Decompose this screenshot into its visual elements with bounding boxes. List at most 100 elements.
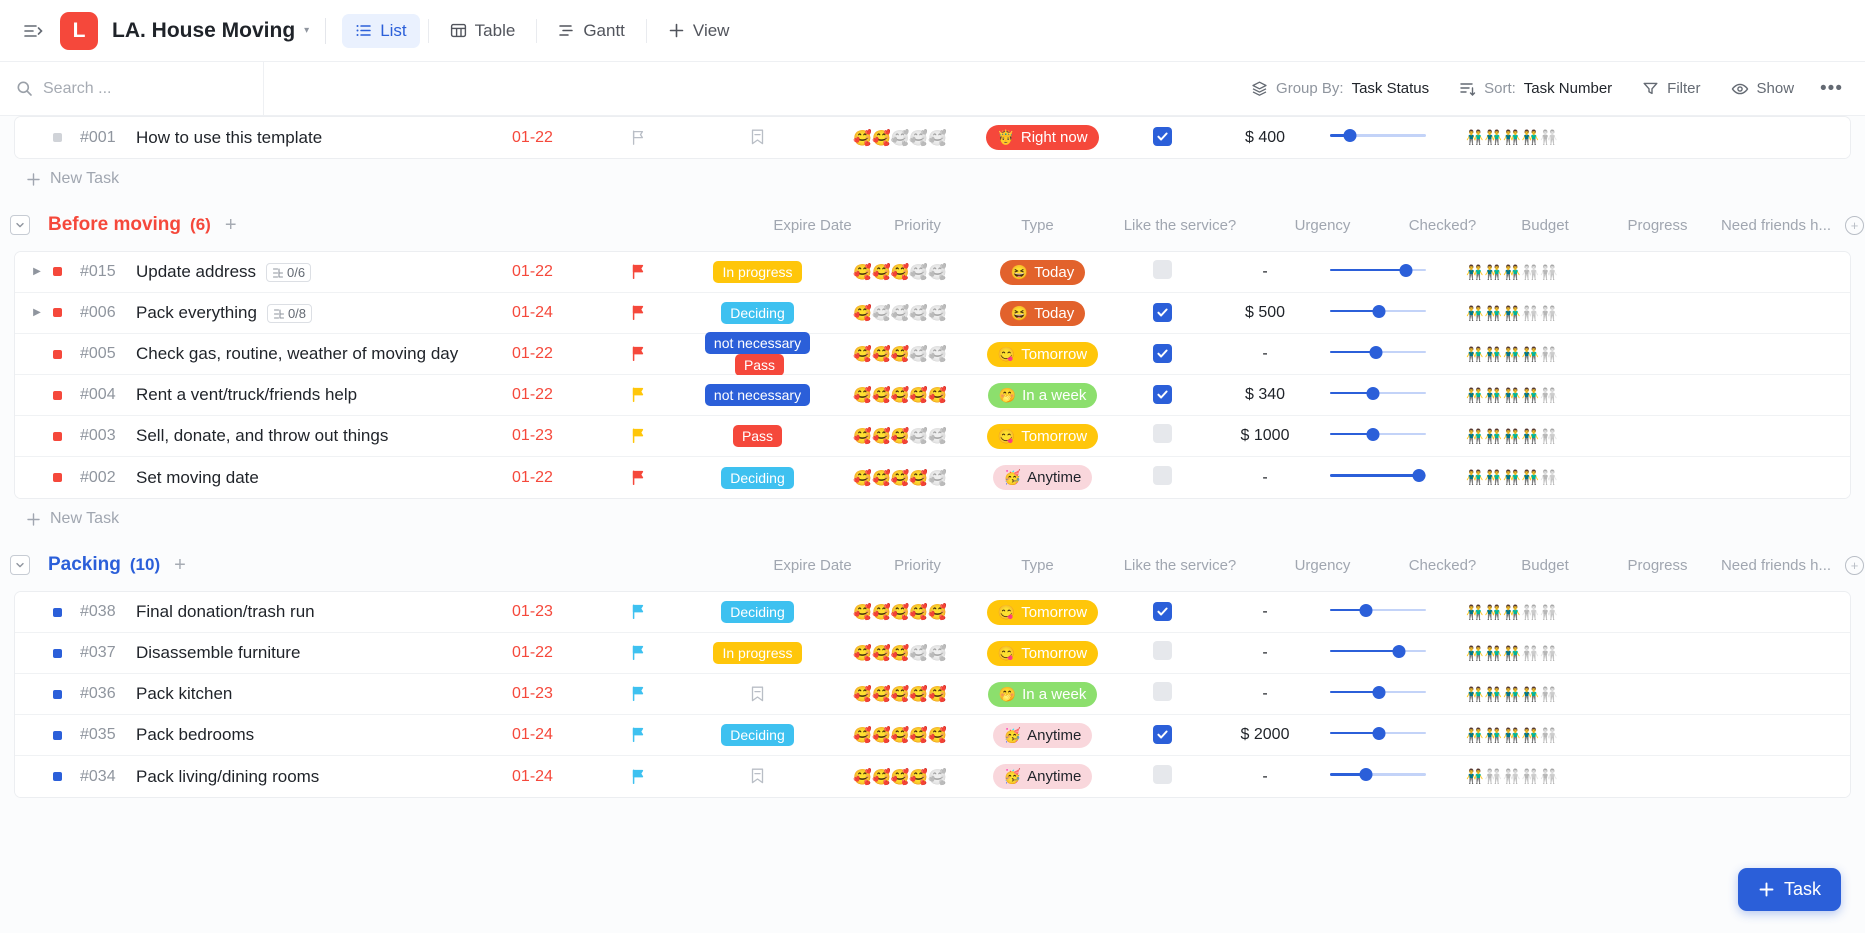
task-name-cell[interactable]: #034Pack living/dining rooms: [15, 767, 480, 787]
type-pill[interactable]: not necessary: [705, 384, 810, 406]
friends-rating-cell[interactable]: 👬👬👬👬👬: [1440, 469, 1585, 486]
expire-date-cell[interactable]: 01-22: [480, 129, 585, 147]
checkbox[interactable]: [1153, 303, 1172, 322]
like-rating-cell[interactable]: 🥰🥰🥰🥰🥰: [825, 726, 975, 744]
progress-cell[interactable]: [1315, 468, 1440, 487]
like-rating-cell[interactable]: 🥰🥰🥰🥰🥰: [825, 304, 975, 322]
show-control[interactable]: Show: [1721, 74, 1805, 104]
table-row[interactable]: #038Final donation/trash run01-23Decidin…: [15, 592, 1850, 633]
task-title[interactable]: Set moving date: [136, 468, 259, 488]
type-pill[interactable]: Pass: [733, 425, 782, 447]
friends-rating-cell[interactable]: 👬👬👬👬👬: [1440, 727, 1585, 744]
slider-knob[interactable]: [1412, 469, 1425, 482]
budget-cell[interactable]: $ 1000: [1215, 427, 1315, 445]
task-name-cell[interactable]: #035Pack bedrooms: [15, 725, 480, 745]
type-cell[interactable]: Deciding: [690, 467, 825, 489]
type-cell[interactable]: [690, 128, 825, 146]
type-cell[interactable]: In progress: [690, 642, 825, 664]
urgency-cell[interactable]: 😋Tomorrow: [975, 641, 1110, 666]
table-row[interactable]: #003Sell, donate, and throw out things01…: [15, 416, 1850, 457]
urgency-cell[interactable]: 🤭In a week: [975, 383, 1110, 408]
urgency-pill[interactable]: 😋Tomorrow: [987, 424, 1098, 449]
checked-cell[interactable]: [1110, 466, 1215, 490]
slider-knob[interactable]: [1369, 346, 1382, 359]
budget-cell[interactable]: -: [1215, 263, 1315, 281]
checked-cell[interactable]: [1110, 641, 1215, 665]
urgency-pill[interactable]: 🥳Anytime: [993, 723, 1093, 748]
checked-cell[interactable]: [1110, 602, 1215, 623]
like-rating[interactable]: 🥰🥰🥰🥰🥰: [825, 386, 975, 404]
like-rating-cell[interactable]: 🥰🥰🥰🥰🥰: [825, 685, 975, 703]
progress-slider[interactable]: [1330, 386, 1426, 400]
checkbox[interactable]: [1153, 602, 1172, 621]
table-row[interactable]: #036Pack kitchen01-23🥰🥰🥰🥰🥰🤭In a week-👬👬👬…: [15, 674, 1850, 715]
slider-knob[interactable]: [1392, 645, 1405, 658]
friends-rating-cell[interactable]: 👬👬👬👬👬: [1440, 264, 1585, 281]
progress-cell[interactable]: [1315, 427, 1440, 446]
task-name-cell[interactable]: #001How to use this template: [15, 128, 480, 148]
urgency-pill[interactable]: 🤭In a week: [988, 383, 1098, 408]
expire-date-cell[interactable]: 01-22: [480, 386, 585, 404]
like-rating[interactable]: 🥰🥰🥰🥰🥰: [825, 304, 975, 322]
task-title[interactable]: Sell, donate, and throw out things: [136, 426, 388, 446]
type-pill[interactable]: Pass: [735, 354, 784, 376]
filter-control[interactable]: Filter: [1632, 74, 1710, 103]
friends-rating[interactable]: 👬👬👬👬👬: [1440, 727, 1585, 744]
like-rating-cell[interactable]: 🥰🥰🥰🥰🥰: [825, 129, 975, 147]
table-row[interactable]: ▶#006Pack everything0/801-24Deciding🥰🥰🥰🥰…: [15, 293, 1850, 334]
progress-cell[interactable]: [1315, 304, 1440, 323]
urgency-pill[interactable]: 😋Tomorrow: [987, 641, 1098, 666]
priority-flag-icon[interactable]: [585, 644, 690, 662]
budget-cell[interactable]: -: [1215, 469, 1315, 487]
like-rating[interactable]: 🥰🥰🥰🥰🥰: [825, 427, 975, 445]
friends-rating[interactable]: 👬👬👬👬👬: [1440, 645, 1585, 662]
checked-cell[interactable]: [1110, 127, 1215, 148]
tab-table[interactable]: Table: [437, 14, 529, 48]
progress-slider[interactable]: [1330, 263, 1426, 277]
progress-cell[interactable]: [1315, 128, 1440, 147]
task-title[interactable]: Rent a vent/truck/friends help: [136, 385, 357, 405]
friends-rating[interactable]: 👬👬👬👬👬: [1440, 469, 1585, 486]
task-name-cell[interactable]: #002Set moving date: [15, 468, 480, 488]
task-title[interactable]: Final donation/trash run: [136, 602, 315, 622]
urgency-pill[interactable]: 🥳Anytime: [993, 465, 1093, 490]
table-row[interactable]: #037Disassemble furniture01-22In progres…: [15, 633, 1850, 674]
progress-slider[interactable]: [1330, 427, 1426, 441]
priority-flag-icon[interactable]: [585, 386, 690, 404]
task-name-cell[interactable]: #003Sell, donate, and throw out things: [15, 426, 480, 446]
expire-date-cell[interactable]: 01-24: [480, 726, 585, 744]
like-rating[interactable]: 🥰🥰🥰🥰🥰: [825, 726, 975, 744]
like-rating-cell[interactable]: 🥰🥰🥰🥰🥰: [825, 469, 975, 487]
type-cell[interactable]: not necessary: [690, 384, 825, 406]
friends-rating[interactable]: 👬👬👬👬👬: [1440, 428, 1585, 445]
checkbox[interactable]: [1153, 682, 1172, 701]
budget-cell[interactable]: -: [1215, 768, 1315, 786]
checked-cell[interactable]: [1110, 682, 1215, 706]
type-pill[interactable]: Deciding: [721, 302, 793, 324]
slider-knob[interactable]: [1366, 428, 1379, 441]
type-pill[interactable]: Deciding: [721, 467, 793, 489]
expire-date-cell[interactable]: 01-24: [480, 768, 585, 786]
priority-flag-icon[interactable]: [585, 768, 690, 786]
like-rating[interactable]: 🥰🥰🥰🥰🥰: [825, 603, 975, 621]
like-rating[interactable]: 🥰🥰🥰🥰🥰: [825, 469, 975, 487]
task-title[interactable]: Pack kitchen: [136, 684, 232, 704]
progress-slider[interactable]: [1330, 767, 1426, 781]
friends-rating-cell[interactable]: 👬👬👬👬👬: [1440, 604, 1585, 621]
budget-cell[interactable]: $ 400: [1215, 129, 1315, 147]
task-title[interactable]: Update address0/6: [136, 262, 311, 282]
urgency-cell[interactable]: 🥳Anytime: [975, 723, 1110, 748]
table-row[interactable]: #004Rent a vent/truck/friends help01-22n…: [15, 375, 1850, 416]
checked-cell[interactable]: [1110, 344, 1215, 365]
progress-slider[interactable]: [1330, 345, 1426, 359]
urgency-pill[interactable]: 🤴Right now: [986, 125, 1098, 150]
slider-knob[interactable]: [1373, 686, 1386, 699]
group-collapse-toggle[interactable]: [10, 555, 30, 575]
checked-cell[interactable]: [1110, 385, 1215, 406]
urgency-cell[interactable]: 😋Tomorrow: [975, 600, 1110, 625]
add-column-button[interactable]: +: [1845, 216, 1864, 235]
task-name-cell[interactable]: #037Disassemble furniture: [15, 643, 480, 663]
task-name-cell[interactable]: ▶#006Pack everything0/8: [15, 303, 480, 323]
type-pill[interactable]: In progress: [713, 261, 801, 283]
checked-cell[interactable]: [1110, 424, 1215, 448]
